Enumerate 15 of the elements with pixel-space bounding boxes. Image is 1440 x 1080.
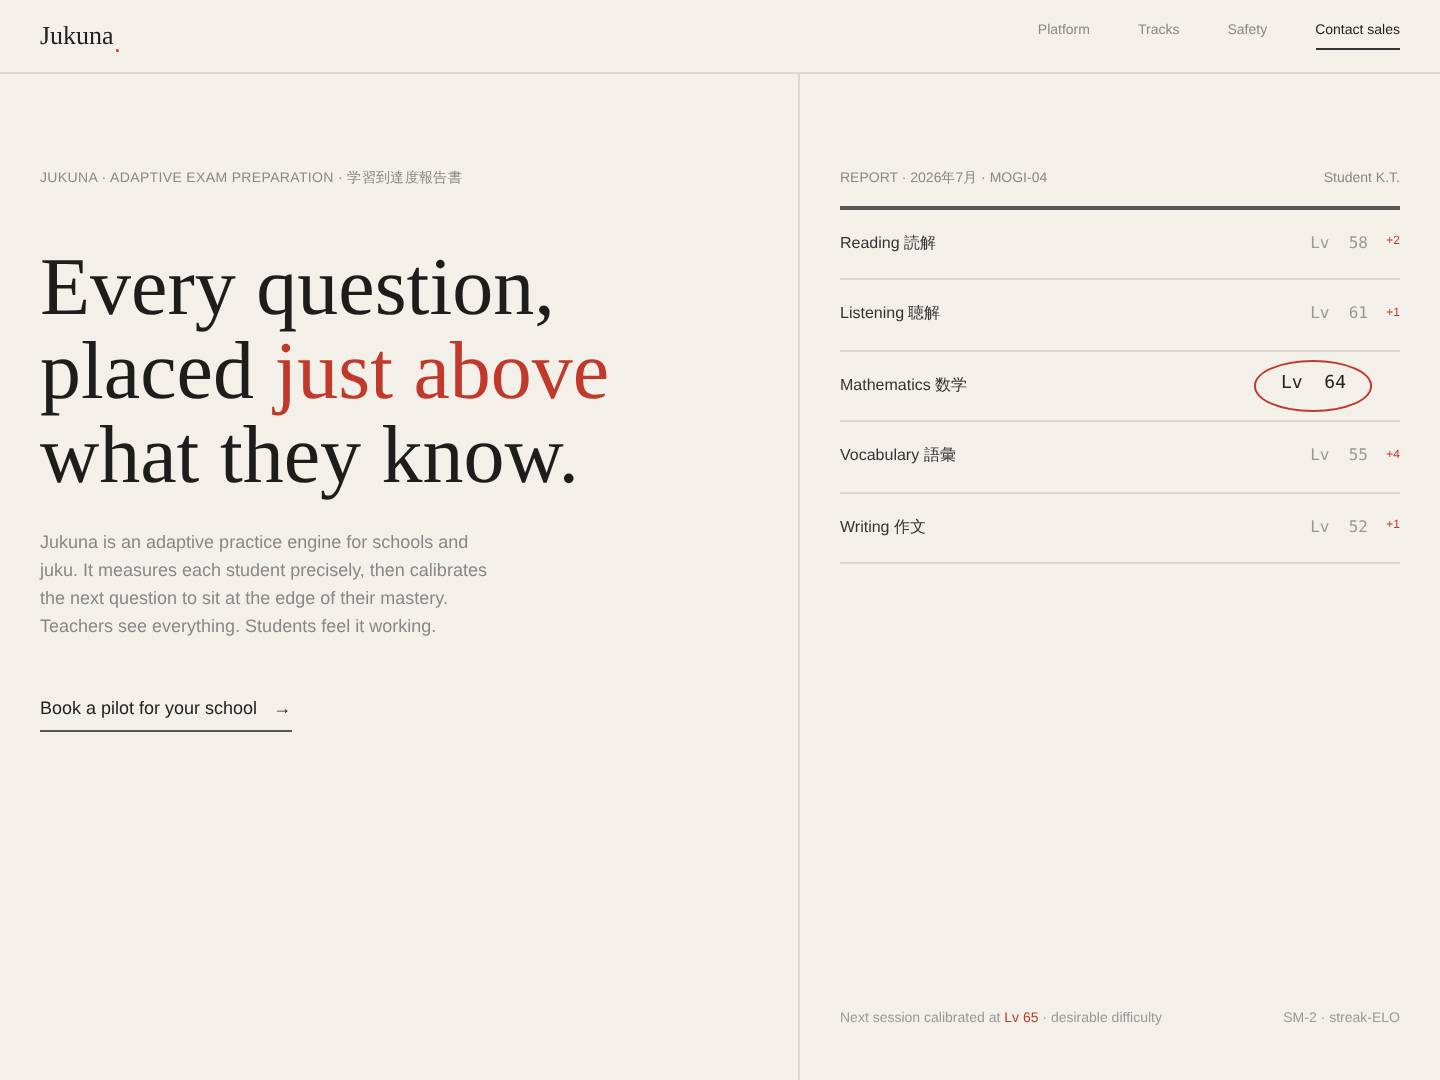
intro-paragraph: Jukuna is an adaptive practice engine for schools and juku. It measures each student precisely, then calibrates the next question to sit at the edge of their mastery. Teachers see everything. Students feel it working.: [40, 529, 489, 639]
level-score: Lv 64: [1254, 360, 1372, 411]
level-score: Lv 55: [1310, 444, 1368, 469]
subject-label: Writing 作文: [840, 515, 926, 540]
subject-label: Listening 聴解: [840, 302, 941, 327]
logo[interactable]: Jukuna: [40, 16, 114, 56]
level-score: Lv 58: [1310, 231, 1368, 256]
level-score: Lv 61: [1310, 302, 1368, 327]
subject-label: Vocabulary 語彙: [840, 444, 956, 469]
subject-label: Mathematics 数学: [840, 373, 968, 398]
book-pilot-link[interactable]: Book a pilot for your school →: [40, 695, 292, 732]
headline: Every question, placed just above what they know.: [40, 243, 612, 495]
subject-label: Reading 読解: [840, 231, 937, 256]
level-score: Lv 52: [1310, 515, 1368, 540]
logo-dot: .: [113, 29, 121, 56]
